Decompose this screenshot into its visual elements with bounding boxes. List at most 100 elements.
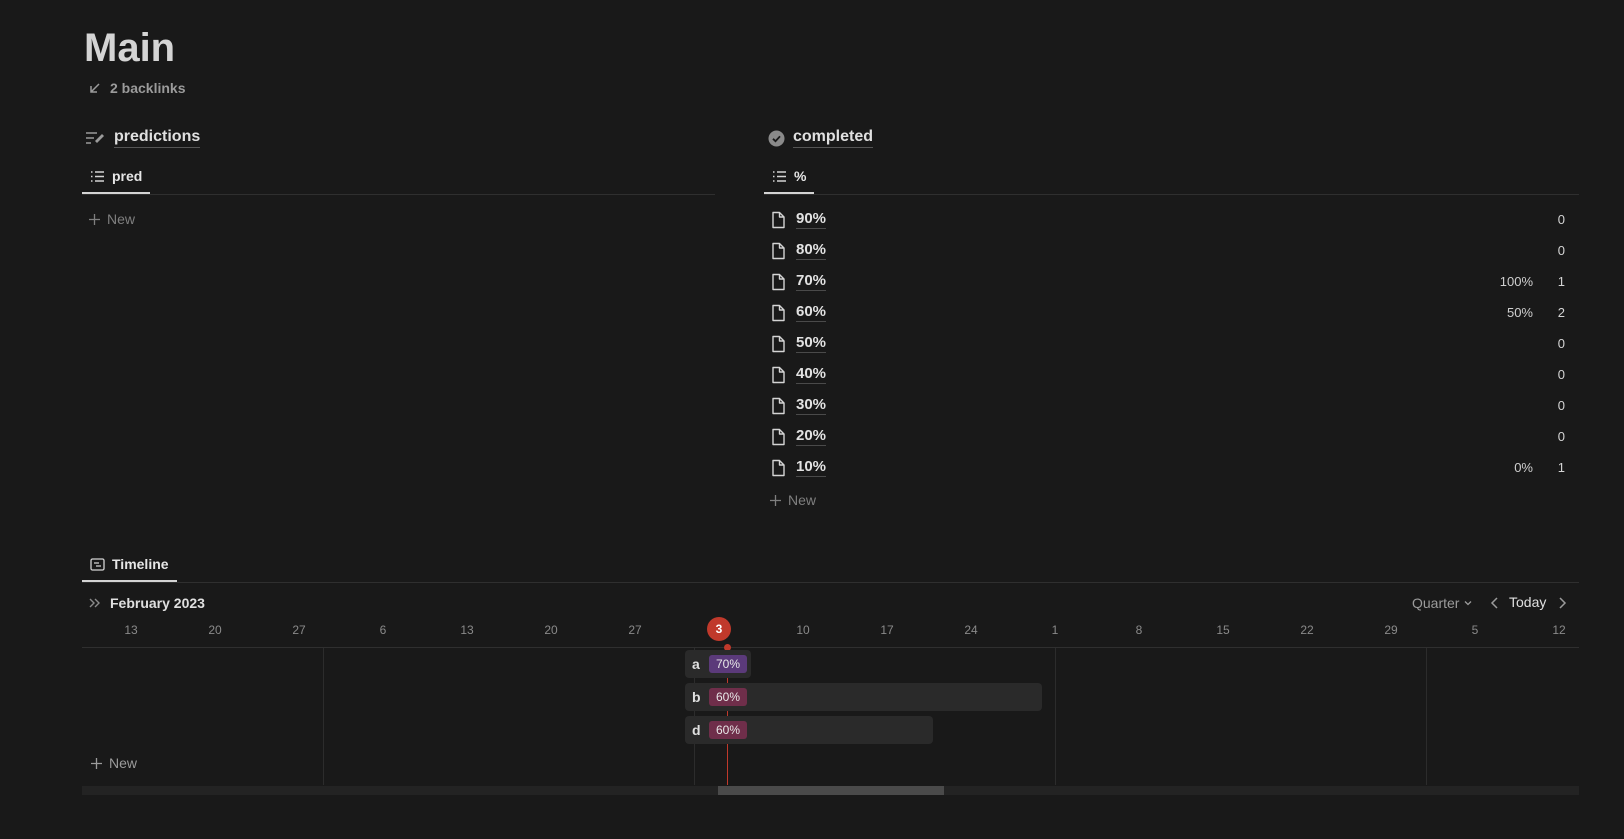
list-item-percent: 0% xyxy=(1514,460,1533,475)
timeline-month: February 2023 xyxy=(110,595,205,611)
predictions-divider xyxy=(82,194,715,195)
chevron-left-icon[interactable] xyxy=(1489,596,1501,610)
today-marker: 3 xyxy=(707,617,731,641)
page-icon xyxy=(772,397,785,414)
today-button[interactable]: Today xyxy=(1509,594,1546,610)
completed-new-button[interactable]: New xyxy=(769,492,816,508)
list-item-title[interactable]: 20% xyxy=(796,427,827,446)
list-item-percent: 100% xyxy=(1499,274,1533,289)
timeline-item-b[interactable]: b 60% xyxy=(685,683,1042,711)
list-icon xyxy=(91,170,104,182)
timeline-scrollbar-thumb[interactable] xyxy=(718,786,944,795)
list-item-title[interactable]: 90% xyxy=(796,210,827,229)
list-item[interactable]: 60% 50% 2 xyxy=(765,297,1575,328)
completed-header: completed xyxy=(768,128,874,148)
list-item[interactable]: 10% 0% 1 xyxy=(765,452,1575,483)
check-circle-icon xyxy=(768,130,785,146)
page-title: Main xyxy=(84,26,176,70)
predictions-header: predictions xyxy=(85,128,201,148)
list-item-count: 2 xyxy=(1557,305,1565,320)
list-item-count: 1 xyxy=(1557,274,1565,289)
timeline-day-divider xyxy=(82,647,1579,648)
predictions-title[interactable]: predictions xyxy=(114,128,201,148)
list-item-title[interactable]: 60% xyxy=(796,303,827,322)
item-tag: 70% xyxy=(709,655,748,673)
day-label: 13 xyxy=(124,623,138,637)
month-gridline xyxy=(323,648,324,785)
backlinks-label: 2 backlinks xyxy=(110,80,186,96)
day-label: 10 xyxy=(796,623,810,637)
page-icon xyxy=(772,304,785,321)
tab-timeline-label: Timeline xyxy=(112,556,169,572)
list-item-title[interactable]: 10% xyxy=(796,458,827,477)
double-chevron-right-icon[interactable] xyxy=(88,596,102,610)
day-label: 20 xyxy=(544,623,558,637)
completed-new-label: New xyxy=(788,492,817,508)
completed-divider xyxy=(764,194,1579,195)
arrow-down-left-icon xyxy=(90,83,100,93)
day-label: 17 xyxy=(880,623,894,637)
timeline-divider xyxy=(82,582,1579,583)
range-select[interactable]: Quarter xyxy=(1412,595,1473,611)
day-label: 29 xyxy=(1384,623,1398,637)
day-label: 8 xyxy=(1135,623,1143,637)
tab-timeline[interactable]: Timeline xyxy=(82,548,177,582)
item-label: b xyxy=(692,689,701,705)
list-item-count: 0 xyxy=(1557,212,1565,227)
page-icon xyxy=(772,366,785,383)
list-item-count: 0 xyxy=(1557,367,1565,382)
day-label: 5 xyxy=(1471,623,1479,637)
day-label: 24 xyxy=(964,623,978,637)
tab-pred[interactable]: pred xyxy=(82,160,151,194)
item-tag: 60% xyxy=(709,688,748,706)
list-item-title[interactable]: 30% xyxy=(796,396,827,415)
timeline-new-label: New xyxy=(109,755,138,771)
list-item-count: 0 xyxy=(1557,429,1565,444)
tab-percent[interactable]: % xyxy=(764,160,815,194)
timeline-item-d[interactable]: d 60% xyxy=(685,716,933,744)
day-label: 6 xyxy=(379,623,387,637)
list-item-title[interactable]: 50% xyxy=(796,334,827,353)
edit-list-icon xyxy=(86,132,104,144)
backlinks-link[interactable]: 2 backlinks xyxy=(88,80,186,96)
day-label: 1 xyxy=(1051,623,1059,637)
month-gridline xyxy=(1426,648,1427,785)
list-item-title[interactable]: 80% xyxy=(796,241,827,260)
list-item-percent: 50% xyxy=(1506,305,1533,320)
list-item-title[interactable]: 40% xyxy=(796,365,827,384)
list-item[interactable]: 50% 0 xyxy=(765,328,1575,359)
page-icon xyxy=(772,335,785,352)
list-item[interactable]: 70% 100% 1 xyxy=(765,266,1575,297)
day-label: 13 xyxy=(460,623,474,637)
timeline-icon xyxy=(90,557,105,571)
page-icon xyxy=(772,211,785,228)
predictions-new-button[interactable]: New xyxy=(88,211,135,227)
list-item[interactable]: 40% 0 xyxy=(765,359,1575,390)
chevron-right-icon[interactable] xyxy=(1556,596,1568,610)
day-label: 22 xyxy=(1300,623,1314,637)
plus-icon xyxy=(91,757,102,769)
page-icon xyxy=(772,242,785,259)
plus-icon xyxy=(89,213,100,225)
timeline-new-button[interactable]: New xyxy=(90,755,137,771)
item-label: d xyxy=(692,722,701,738)
completed-title[interactable]: completed xyxy=(793,128,874,148)
page-icon xyxy=(772,273,785,290)
list-item-count: 1 xyxy=(1557,460,1565,475)
list-item-count: 0 xyxy=(1557,398,1565,413)
list-item-title[interactable]: 70% xyxy=(796,272,827,291)
chevron-down-icon xyxy=(1465,601,1472,606)
day-label: 27 xyxy=(628,623,642,637)
list-item[interactable]: 80% 0 xyxy=(765,235,1575,266)
page-icon xyxy=(772,459,785,476)
range-label: Quarter xyxy=(1412,595,1460,611)
tab-percent-label: % xyxy=(794,168,807,184)
list-item[interactable]: 30% 0 xyxy=(765,390,1575,421)
item-label: a xyxy=(692,656,700,672)
day-label: 20 xyxy=(208,623,222,637)
day-label: 12 xyxy=(1552,623,1566,637)
timeline-month-header: February 2023 xyxy=(88,595,205,611)
list-item[interactable]: 20% 0 xyxy=(765,421,1575,452)
timeline-item-a[interactable]: a 70% xyxy=(685,650,751,678)
list-item[interactable]: 90% 0 xyxy=(765,204,1575,235)
